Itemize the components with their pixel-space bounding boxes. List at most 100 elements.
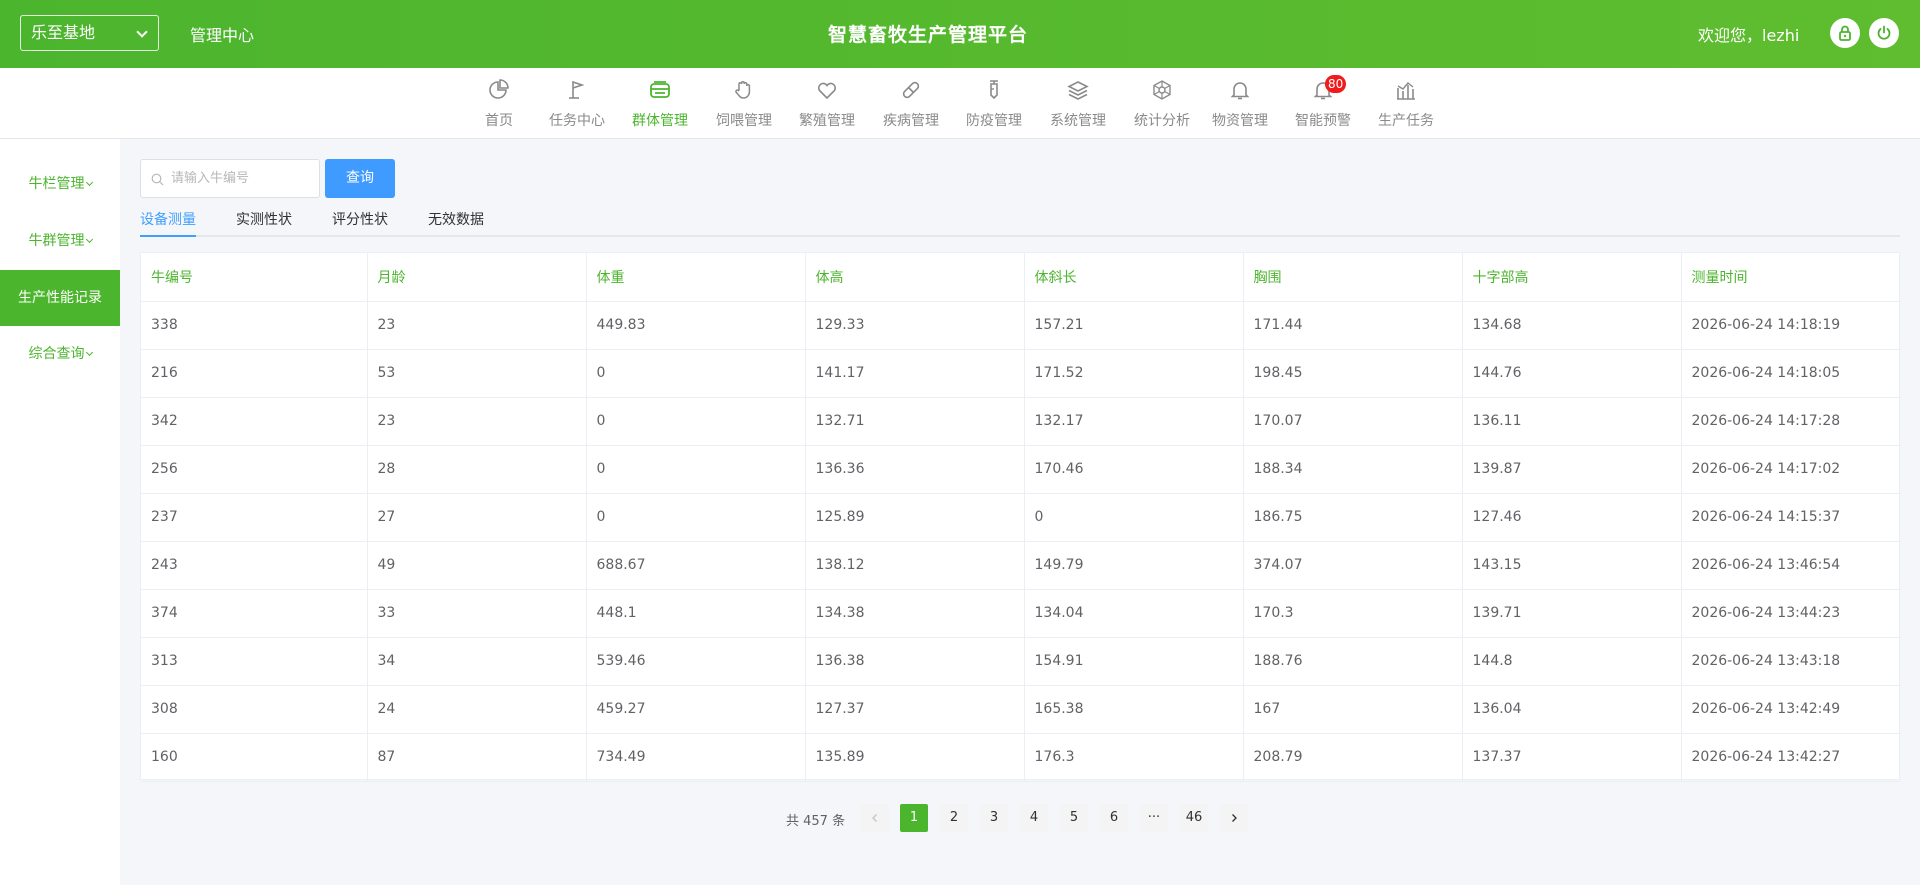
nav-item-label: 统计分析	[1134, 113, 1190, 129]
table-cell: 149.79	[1024, 541, 1244, 590]
page-number-button[interactable]: 1	[900, 804, 928, 832]
nav-item-label: 群体管理	[632, 113, 688, 129]
table-cell: 0	[1024, 493, 1244, 542]
nav-item-0[interactable]: 首页	[460, 68, 538, 139]
lock-button[interactable]	[1830, 18, 1860, 48]
column-header: 体斜长	[1024, 253, 1244, 302]
tab-invalid-data[interactable]: 无效数据	[428, 209, 484, 237]
chevron-down-icon	[85, 348, 93, 357]
table-cell: 167	[1243, 685, 1463, 734]
page-number-button[interactable]: 6	[1100, 804, 1128, 832]
table-cell: 49	[367, 541, 587, 590]
next-page-button[interactable]	[1220, 804, 1248, 832]
table-cell: 2026-06-24 13:46:54	[1681, 541, 1901, 590]
prev-page-button[interactable]	[861, 804, 889, 832]
table-cell: 127.46	[1462, 493, 1682, 542]
table-row[interactable]: 313 34 539.46 136.38 154.91 188.76 144.8 2026-0…	[141, 637, 1901, 686]
table-cell: 186.75	[1243, 493, 1463, 542]
table-row[interactable]: 160 87 734.49 135.89 176.3 208.79 137.37 2026-0…	[141, 733, 1901, 782]
table-row[interactable]: 374 33 448.1 134.38 134.04 170.3 139.71 2026-06…	[141, 589, 1901, 638]
nav-item-5[interactable]: 疾病管理	[872, 68, 950, 139]
sidebar-item-label: 牛群管理	[28, 233, 85, 249]
table-cell: 138.12	[805, 541, 1025, 590]
table-cell: 127.37	[805, 685, 1025, 734]
nav-item-4[interactable]: 繁殖管理	[788, 68, 866, 139]
nav-item-label: 系统管理	[1050, 113, 1106, 129]
table-cell: 139.87	[1462, 445, 1682, 494]
nav-item-3[interactable]: 饲喂管理	[705, 68, 783, 139]
sidebar-item-comprehensive-query[interactable]: 综合查询	[0, 326, 120, 382]
table-cell: 459.27	[586, 685, 806, 734]
table-cell: 2026-06-24 14:17:02	[1681, 445, 1901, 494]
cow-id-search-input[interactable]	[171, 160, 316, 197]
sidebar-item-label: 牛栏管理	[28, 176, 85, 192]
bar-chart-icon	[1397, 82, 1415, 100]
sidebar-item-herd-management[interactable]: 牛群管理	[0, 213, 120, 269]
nav-item-9[interactable]: 物资管理	[1201, 68, 1279, 139]
table-cell: 139.71	[1462, 589, 1682, 638]
table-cell: 237	[141, 493, 368, 542]
search-field[interactable]	[140, 159, 320, 198]
page-number-button[interactable]: 2	[940, 804, 968, 832]
table-cell: 342	[141, 397, 368, 446]
table-row[interactable]: 342 23 0 132.71 132.17 170.07 136.11 2026-06-24…	[141, 397, 1901, 446]
table-cell: 125.89	[805, 493, 1025, 542]
table-cell: 136.04	[1462, 685, 1682, 734]
table-row[interactable]: 216 53 0 141.17 171.52 198.45 144.76 2026-06-24…	[141, 349, 1901, 398]
nav-item-8[interactable]: 统计分析	[1123, 68, 1201, 139]
tab-measured-traits[interactable]: 实测性状	[236, 209, 292, 237]
table-cell: 0	[586, 349, 806, 398]
table-cell: 171.52	[1024, 349, 1244, 398]
nav-item-label: 饲喂管理	[716, 113, 772, 129]
table-row[interactable]: 338 23 449.83 129.33 157.21 171.44 134.68 2026-…	[141, 301, 1901, 350]
nav-item-label: 任务中心	[549, 113, 605, 129]
table-cell: 53	[367, 349, 587, 398]
lock-icon	[1839, 25, 1851, 41]
network-icon	[1153, 80, 1171, 100]
tab-device-measurement[interactable]: 设备测量	[140, 209, 196, 237]
page-number-button[interactable]: 4	[1020, 804, 1048, 832]
table-cell: 157.21	[1024, 301, 1244, 350]
table-cell: 28	[367, 445, 587, 494]
nav-item-label: 首页	[485, 113, 513, 129]
query-button[interactable]: 查询	[325, 159, 395, 198]
table-cell: 188.34	[1243, 445, 1463, 494]
nav-item-label: 物资管理	[1212, 113, 1268, 129]
table-cell: 0	[586, 493, 806, 542]
table-cell: 2026-06-24 14:18:19	[1681, 301, 1901, 350]
sidebar-item-pen-management[interactable]: 牛栏管理	[0, 156, 120, 212]
page-ellipsis[interactable]: ···	[1140, 804, 1168, 832]
table-row[interactable]: 237 27 0 125.89 0 186.75 127.46 2026-06-24 14:1…	[141, 493, 1901, 542]
herd-icon	[650, 81, 670, 98]
tab-scored-traits[interactable]: 评分性状	[332, 209, 388, 237]
table-row[interactable]: 243 49 688.67 138.12 149.79 374.07 143.15 2026-…	[141, 541, 1901, 590]
nav-item-7[interactable]: 系统管理	[1039, 68, 1117, 139]
table-cell: 170.3	[1243, 589, 1463, 638]
table-row[interactable]: 308 24 459.27 127.37 165.38 167 136.04 2026-06-…	[141, 685, 1901, 734]
table-cell: 34	[367, 637, 587, 686]
table-cell: 256	[141, 445, 368, 494]
page-number-button[interactable]: 46	[1180, 804, 1208, 832]
nav-item-11[interactable]: 生产任务	[1367, 68, 1445, 139]
page-number-button[interactable]: 3	[980, 804, 1008, 832]
table-cell: 449.83	[586, 301, 806, 350]
table-cell: 143.15	[1462, 541, 1682, 590]
logout-button[interactable]	[1869, 18, 1899, 48]
page-number-button[interactable]: 5	[1060, 804, 1088, 832]
table-header-row: 牛编号 月龄 体重 体高 体斜长 胸围 十字部高 测量时间	[141, 253, 1901, 302]
table-row[interactable]: 256 28 0 136.36 170.46 188.34 139.87 2026-06-24…	[141, 445, 1901, 494]
bell-icon	[1230, 82, 1250, 100]
layers-icon	[1067, 81, 1089, 100]
nav-item-2[interactable]: 群体管理	[621, 68, 699, 139]
column-header: 月龄	[367, 253, 587, 302]
column-header: 体高	[805, 253, 1025, 302]
nav-item-6[interactable]: 防疫管理	[955, 68, 1033, 139]
table-cell: 24	[367, 685, 587, 734]
nav-item-label: 智能预警	[1295, 113, 1351, 129]
top-header: 乐至基地 管理中心 智慧畜牧生产管理平台 欢迎您，lezhi	[0, 0, 1920, 68]
table-cell: 136.11	[1462, 397, 1682, 446]
nav-item-1[interactable]: 任务中心	[538, 68, 616, 139]
table-cell: 734.49	[586, 733, 806, 782]
nav-item-10[interactable]: 智能预警 80	[1284, 68, 1362, 139]
sidebar-item-performance-records[interactable]: 生产性能记录	[0, 270, 120, 326]
